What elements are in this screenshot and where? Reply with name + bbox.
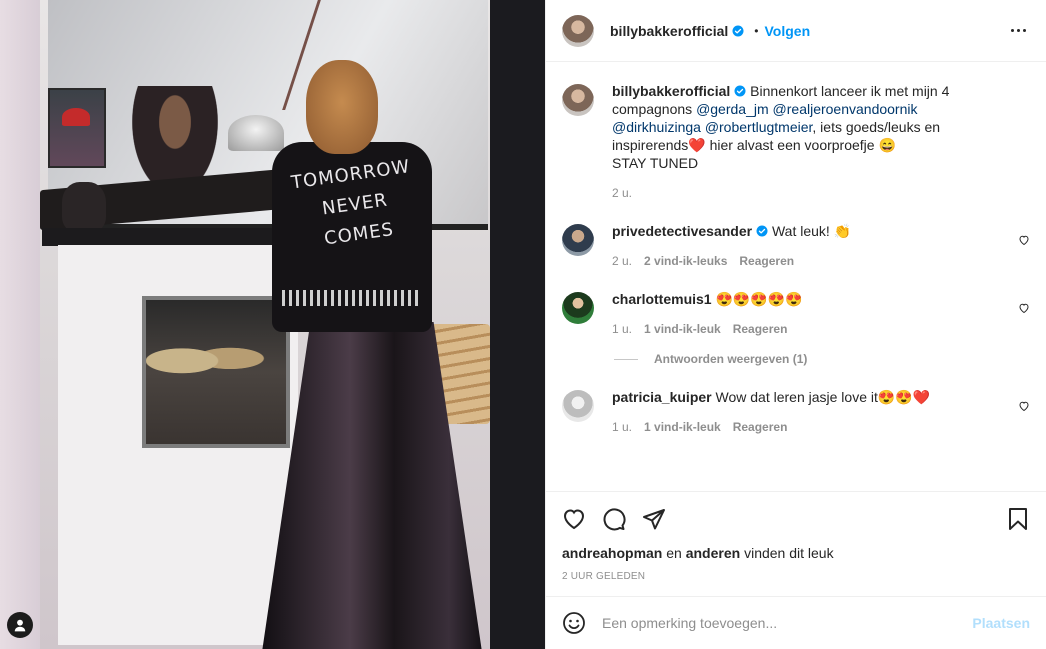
comment-likes[interactable]: 1 vind-ik-leuk xyxy=(644,420,721,434)
comment-input[interactable] xyxy=(602,615,973,631)
comment-likes[interactable]: 2 vind-ik-leuks xyxy=(644,254,727,268)
likes-others-link[interactable]: anderen xyxy=(686,545,740,561)
heart-eyes-emoji: 😍😍😍😍😍 xyxy=(715,291,803,307)
user-tag-icon[interactable] xyxy=(7,612,33,638)
share-send-icon[interactable] xyxy=(642,507,666,531)
comment-text: patricia_kuiper Wow dat leren jasje love… xyxy=(612,388,1004,406)
caption-text-part: hier alvast een voorproefje xyxy=(705,137,875,153)
comment-item: privedetectivesander Wat leuk! 👏 2 u. 2 … xyxy=(562,222,1030,268)
photo-wall xyxy=(0,0,40,649)
comment-body: privedetectivesander Wat leuk! 👏 2 u. 2 … xyxy=(612,222,1030,268)
commenter-avatar[interactable] xyxy=(562,224,594,256)
reply-button[interactable]: Reageren xyxy=(733,420,788,434)
photo-studs xyxy=(282,290,422,306)
person-icon xyxy=(14,619,26,632)
photo-vase xyxy=(62,182,106,232)
more-dot-icon xyxy=(1022,29,1026,32)
photo-hair xyxy=(306,60,378,154)
verified-badge-icon xyxy=(734,85,746,97)
comment-body: charlottemuis1 😍😍😍😍😍 1 u. 1 vind-ik-leuk… xyxy=(612,290,1030,336)
caption-time[interactable]: 2 u. xyxy=(612,186,632,200)
caption-text-part: STAY TUNED xyxy=(612,155,699,171)
like-comment-heart-icon[interactable] xyxy=(1018,302,1030,314)
post-header: billybakkerofficial • Volgen xyxy=(546,0,1046,62)
reply-button[interactable]: Reageren xyxy=(739,254,794,268)
comment-time[interactable]: 1 u. xyxy=(612,420,632,434)
photo-logs xyxy=(146,332,266,380)
comment-text: privedetectivesander Wat leuk! 👏 xyxy=(612,222,1004,240)
mention-link[interactable]: @dirkhuizinga xyxy=(612,119,701,135)
clap-emoji: 👏 xyxy=(833,223,852,239)
post-comment-button[interactable]: Plaatsen xyxy=(972,615,1030,631)
caption: billybakkerofficial Binnenkort lanceer i… xyxy=(562,82,1030,200)
commenter-avatar[interactable] xyxy=(562,390,594,422)
action-bar xyxy=(562,492,1030,546)
header-separator: • xyxy=(754,23,759,38)
author-username[interactable]: billybakkerofficial xyxy=(610,23,728,39)
likes-connector: en xyxy=(666,545,682,561)
like-comment-heart-icon[interactable] xyxy=(1018,234,1030,246)
save-bookmark-icon[interactable] xyxy=(1006,507,1030,531)
replies-divider xyxy=(614,358,638,360)
caption-body: billybakkerofficial Binnenkort lanceer i… xyxy=(612,82,1030,200)
comment-likes[interactable]: 1 vind-ik-leuk xyxy=(644,322,721,336)
heart-emoji: ❤️ xyxy=(688,137,706,153)
verified-badge-icon xyxy=(756,225,768,237)
mention-link[interactable]: @realjeroenvandoornik xyxy=(773,101,918,117)
like-comment-heart-icon[interactable] xyxy=(1018,400,1030,412)
post-side-panel: billybakkerofficial • Volgen billybakker… xyxy=(545,0,1046,649)
grin-emoji: 😄 xyxy=(878,137,896,153)
comment-item: patricia_kuiper Wow dat leren jasje love… xyxy=(562,388,1030,434)
comment-bubble-icon[interactable] xyxy=(602,507,626,531)
comment-content: Wow dat leren jasje love it xyxy=(715,389,878,405)
photo-person: TOMORROW NEVER COMES xyxy=(262,60,482,649)
more-dot-icon xyxy=(1010,29,1014,32)
comment-meta: 1 u. 1 vind-ik-leuk Reageren xyxy=(612,322,1004,336)
add-comment-bar: Plaatsen xyxy=(546,596,1046,649)
comment-content: Wat leuk! xyxy=(771,223,830,239)
comment-meta: 2 u. 2 vind-ik-leuks Reageren xyxy=(612,254,1004,268)
comment-time[interactable]: 1 u. xyxy=(612,322,632,336)
caption-username[interactable]: billybakkerofficial xyxy=(612,83,730,99)
comment-item: charlottemuis1 😍😍😍😍😍 1 u. 1 vind-ik-leuk… xyxy=(562,290,1030,336)
commenter-username[interactable]: patricia_kuiper xyxy=(612,389,712,405)
instagram-post-modal: TOMORROW NEVER COMES billybakkerofficial… xyxy=(0,0,1046,649)
like-heart-icon[interactable] xyxy=(562,507,586,531)
more-dot-icon xyxy=(1016,29,1020,32)
comments-list[interactable]: billybakkerofficial Binnenkort lanceer i… xyxy=(546,62,1046,491)
photo-painting-detail xyxy=(62,108,90,126)
photo-skirt xyxy=(262,322,482,649)
emoji-picker-icon[interactable] xyxy=(562,611,586,635)
comment-meta: 1 u. 1 vind-ik-leuk Reageren xyxy=(612,420,1004,434)
liker-username[interactable]: andreahopman xyxy=(562,545,662,561)
post-actions: andreahopman en anderen vinden dit leuk … xyxy=(546,491,1046,596)
post-photo[interactable]: TOMORROW NEVER COMES xyxy=(0,0,545,649)
commenter-username[interactable]: charlottemuis1 xyxy=(612,291,712,307)
comment-text: charlottemuis1 😍😍😍😍😍 xyxy=(612,290,1004,308)
caption-meta: 2 u. xyxy=(612,186,1004,200)
heart-eyes-emoji: 😍😍❤️ xyxy=(877,389,931,405)
mention-link[interactable]: @robertlugtmeier xyxy=(705,119,813,135)
caption-text: billybakkerofficial Binnenkort lanceer i… xyxy=(612,82,1004,172)
photo-painting xyxy=(48,88,106,168)
commenter-avatar[interactable] xyxy=(562,292,594,324)
comment-body: patricia_kuiper Wow dat leren jasje love… xyxy=(612,388,1030,434)
commenter-username[interactable]: privedetectivesander xyxy=(612,223,752,239)
view-replies-label: Antwoorden weergeven (1) xyxy=(654,352,808,366)
post-timestamp[interactable]: 2 UUR GELEDEN xyxy=(562,571,1030,582)
caption-avatar[interactable] xyxy=(562,84,594,116)
verified-badge-icon xyxy=(732,25,744,36)
author-avatar[interactable] xyxy=(562,14,594,47)
comment-time[interactable]: 2 u. xyxy=(612,254,632,268)
reply-button[interactable]: Reageren xyxy=(733,322,788,336)
more-options-button[interactable] xyxy=(1006,19,1030,43)
likes-summary: andreahopman en anderen vinden dit leuk xyxy=(562,545,1030,561)
likes-suffix: vinden dit leuk xyxy=(744,545,834,561)
mention-link[interactable]: @gerda_jm xyxy=(696,101,769,117)
follow-button[interactable]: Volgen xyxy=(764,23,810,39)
photo-jacket-text: TOMORROW NEVER COMES xyxy=(284,151,425,258)
view-replies-button[interactable]: Antwoorden weergeven (1) xyxy=(614,352,1030,366)
